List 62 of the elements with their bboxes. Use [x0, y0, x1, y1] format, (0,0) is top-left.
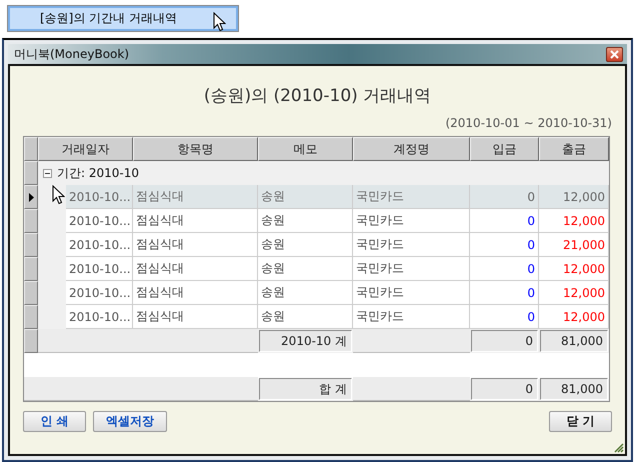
table-cell: 2010-10... — [66, 185, 133, 209]
summary-cell: 81,000 — [540, 378, 608, 400]
table-cell: 국민카드 — [353, 209, 470, 233]
column-header[interactable]: 출금 — [539, 137, 609, 161]
table-cell: 국민카드 — [353, 185, 470, 209]
close-button[interactable]: 닫 기 — [549, 411, 612, 432]
close-button[interactable] — [606, 46, 623, 62]
group-label: 기간: 2010-10 — [57, 164, 139, 182]
table-cell: 2010-10... — [66, 209, 133, 233]
table-cell: 12,000 — [539, 257, 609, 281]
table-cell: 0 — [470, 209, 539, 233]
summary-cell: 0 — [471, 378, 538, 400]
table-cell: 2010-10... — [66, 257, 133, 281]
table-cell: 국민카드 — [353, 257, 470, 281]
table-cell: 점심식대 — [133, 233, 258, 257]
table-cell: 점심식대 — [133, 185, 258, 209]
report-button[interactable]: [송원]의 기간내 거래내역 — [8, 6, 238, 31]
table-cell: 점심식대 — [133, 257, 258, 281]
table-cell: 점심식대 — [133, 305, 258, 329]
table-cell: 21,000 — [539, 233, 609, 257]
summary-cell: 81,000 — [540, 330, 608, 352]
table-cell: 0 — [470, 233, 539, 257]
table-cell: 2010-10... — [66, 233, 133, 257]
table-cell: 12,000 — [539, 185, 609, 209]
resize-grip-icon[interactable] — [612, 441, 624, 453]
table-cell: 0 — [470, 305, 539, 329]
table-cell: 송원 — [258, 305, 353, 329]
pointer-icon — [213, 12, 226, 32]
table-cell: 송원 — [258, 209, 353, 233]
column-header[interactable]: 거래일자 — [38, 137, 133, 161]
pointer-icon — [52, 185, 65, 205]
footer-button[interactable]: 엑셀저장 — [93, 411, 167, 432]
table-cell: 2010-10... — [66, 305, 133, 329]
window-title: 머니북(MoneyBook) — [14, 46, 130, 62]
table-cell: 점심식대 — [133, 209, 258, 233]
summary-label: 2010-10 계 — [259, 330, 352, 352]
column-header[interactable]: 메모 — [258, 137, 353, 161]
summary-label: 합 계 — [259, 378, 352, 400]
date-range: (2010-10-01 ~ 2010-10-31) — [445, 116, 612, 130]
table-cell: 국민카드 — [353, 305, 470, 329]
table-cell: 0 — [470, 185, 539, 209]
footer-button[interactable]: 인 쇄 — [23, 411, 86, 432]
table-cell: 0 — [470, 281, 539, 305]
table-cell: 송원 — [258, 233, 353, 257]
table-cell: 2010-10... — [66, 281, 133, 305]
table-cell: 국민카드 — [353, 233, 470, 257]
column-header[interactable]: 계정명 — [353, 137, 470, 161]
column-header[interactable]: 입금 — [470, 137, 539, 161]
report-title: (송원)의 (2010-10) 거래내역 — [202, 85, 432, 108]
table-cell: 송원 — [258, 281, 353, 305]
table-cell: 국민카드 — [353, 281, 470, 305]
table-cell: 송원 — [258, 185, 353, 209]
table-cell: 12,000 — [539, 281, 609, 305]
summary-cell: 0 — [471, 330, 538, 352]
collapse-toggle[interactable] — [43, 168, 52, 178]
table-cell: 송원 — [258, 257, 353, 281]
column-header[interactable]: 항목명 — [133, 137, 258, 161]
close-icon — [608, 48, 621, 60]
table-cell: 12,000 — [539, 305, 609, 329]
table-cell: 12,000 — [539, 209, 609, 233]
table-cell: 0 — [470, 257, 539, 281]
table-cell: 점심식대 — [133, 281, 258, 305]
